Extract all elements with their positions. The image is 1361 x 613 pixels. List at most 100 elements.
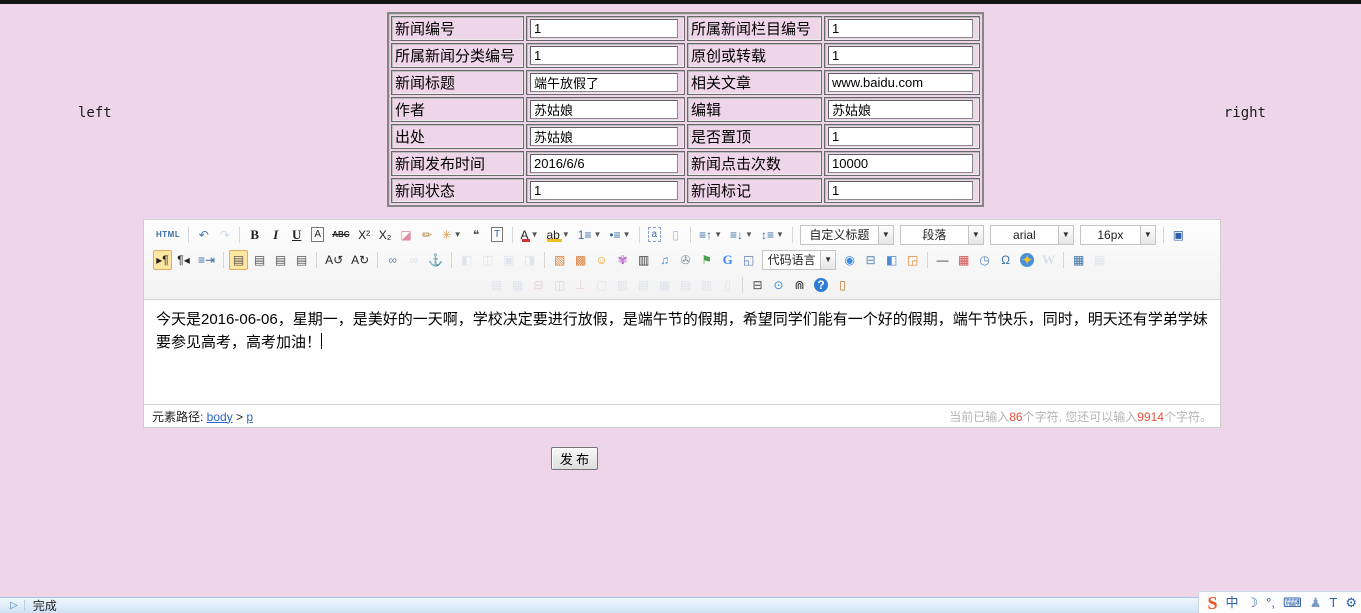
- click-count-input[interactable]: [828, 154, 973, 173]
- settings-wrench-icon[interactable]: ⚙: [1345, 596, 1357, 609]
- preview-icon[interactable]: ⊙: [769, 275, 788, 295]
- skin-icon[interactable]: T: [1329, 596, 1337, 609]
- line-height-icon[interactable]: ↕≡▼: [758, 225, 787, 245]
- special-chars-icon[interactable]: Ω: [996, 250, 1015, 270]
- code-language-combo[interactable]: 代码语言▼: [762, 250, 836, 270]
- chevron-down-icon[interactable]: ▼: [878, 226, 893, 244]
- insert-image-icon[interactable]: ▧: [550, 250, 569, 270]
- paste-as-text-icon[interactable]: T: [488, 225, 507, 245]
- fullscreen-icon[interactable]: ▣: [1169, 225, 1188, 245]
- help-icon[interactable]: ?: [811, 275, 831, 295]
- font-color-icon[interactable]: A▼: [518, 225, 542, 245]
- horizontal-rule-icon[interactable]: —: [933, 250, 952, 270]
- editor-input[interactable]: [828, 100, 973, 119]
- subscript-icon[interactable]: X₂: [376, 225, 395, 245]
- user-icon[interactable]: ♟: [1310, 596, 1322, 609]
- anchor-icon[interactable]: ⚓: [425, 250, 446, 270]
- undo-icon[interactable]: ↶: [194, 225, 213, 245]
- chinese-mode-icon[interactable]: 中: [1225, 596, 1238, 609]
- insert-iframe-icon[interactable]: ◱: [739, 250, 758, 270]
- punctuation-mode-icon[interactable]: °,: [1266, 596, 1275, 609]
- paragraph-spacing-bottom-icon[interactable]: ≡↓▼: [727, 225, 756, 245]
- clear-document-icon[interactable]: ▯: [666, 225, 685, 245]
- font-family-combo[interactable]: arial▼: [990, 225, 1074, 245]
- screenshot-icon[interactable]: ◲: [903, 250, 922, 270]
- webapp-icon[interactable]: ◉: [840, 250, 859, 270]
- blockquote-icon[interactable]: ❝: [467, 225, 486, 245]
- scrawl-palette-icon[interactable]: ✾: [613, 250, 632, 270]
- strikethrough-icon[interactable]: ABC: [329, 225, 352, 245]
- chevron-down-icon[interactable]: ▼: [623, 230, 631, 239]
- chevron-down-icon[interactable]: ▼: [776, 230, 784, 239]
- paragraph-rtl-icon[interactable]: ¶◂: [174, 250, 193, 270]
- news-title-input[interactable]: [530, 73, 678, 92]
- chevron-down-icon[interactable]: ▼: [968, 226, 983, 244]
- chevron-down-icon[interactable]: ▼: [593, 230, 601, 239]
- element-path-p-link[interactable]: p: [246, 410, 253, 424]
- source-input[interactable]: [530, 127, 678, 146]
- chevron-down-icon[interactable]: ▼: [820, 251, 835, 269]
- chevron-down-icon[interactable]: ▼: [1140, 226, 1155, 244]
- format-painter-brush-icon[interactable]: ✏: [418, 225, 437, 245]
- underline-icon[interactable]: U: [287, 225, 306, 245]
- paragraph-ltr-icon[interactable]: ▸¶: [153, 250, 172, 270]
- select-all-icon[interactable]: a: [645, 225, 665, 245]
- remove-format-eraser-icon[interactable]: ◪: [397, 225, 416, 245]
- ordered-list-icon[interactable]: 1≡▼: [575, 225, 605, 245]
- chevron-down-icon[interactable]: ▼: [562, 230, 570, 239]
- font-border-icon[interactable]: A: [308, 225, 327, 245]
- font-size-combo[interactable]: 16px▼: [1080, 225, 1156, 245]
- chevron-down-icon[interactable]: ▼: [745, 230, 753, 239]
- bold-icon[interactable]: B: [245, 225, 264, 245]
- news-id-input[interactable]: [530, 19, 678, 38]
- editor-content-area[interactable]: 今天是2016-06-06，星期一，是美好的一天啊，学校决定要进行放假，是端午节…: [144, 300, 1220, 404]
- publish-time-input[interactable]: [530, 154, 678, 173]
- is-pinned-input[interactable]: [828, 127, 973, 146]
- insert-table-icon[interactable]: ▦: [1069, 250, 1088, 270]
- align-right-icon[interactable]: ▤: [271, 250, 290, 270]
- original-or-reprint-input[interactable]: [828, 46, 973, 65]
- news-category-id-input[interactable]: [530, 46, 678, 65]
- chevron-down-icon[interactable]: ▼: [714, 230, 722, 239]
- paste-icon[interactable]: ▯: [833, 275, 852, 295]
- insert-date-icon[interactable]: ▦: [954, 250, 973, 270]
- map-icon[interactable]: ⚑: [697, 250, 716, 270]
- publish-button[interactable]: 发 布: [551, 447, 598, 470]
- multi-image-icon[interactable]: ▩: [571, 250, 590, 270]
- author-input[interactable]: [530, 100, 678, 119]
- unordered-list-icon[interactable]: •≡▼: [606, 225, 633, 245]
- insert-video-icon[interactable]: ▥: [634, 250, 653, 270]
- insert-time-icon[interactable]: ◷: [975, 250, 994, 270]
- related-article-input[interactable]: [828, 73, 973, 92]
- soft-keyboard-icon[interactable]: ⌨: [1283, 596, 1302, 609]
- google-map-icon[interactable]: G: [718, 250, 737, 270]
- page-break-icon[interactable]: ⊟: [861, 250, 880, 270]
- align-center-icon[interactable]: ▤: [250, 250, 269, 270]
- chevron-down-icon[interactable]: ▼: [1058, 226, 1073, 244]
- align-left-icon[interactable]: ▤: [229, 250, 248, 270]
- template-icon[interactable]: ◧: [882, 250, 901, 270]
- custom-title-combo[interactable]: 自定义标题▼: [800, 225, 894, 245]
- chevron-down-icon[interactable]: ▼: [531, 230, 539, 239]
- link-icon[interactable]: ∞: [383, 250, 402, 270]
- auto-typeset-wand-icon[interactable]: ✳▼: [439, 225, 465, 245]
- news-status-input[interactable]: [530, 181, 678, 200]
- rotate-right-icon[interactable]: A↻: [348, 250, 372, 270]
- key-seal-icon[interactable]: ✦: [1017, 250, 1037, 270]
- paragraph-format-combo[interactable]: 段落▼: [900, 225, 984, 245]
- music-icon[interactable]: ♫: [655, 250, 674, 270]
- sogou-logo-icon[interactable]: S: [1207, 594, 1217, 612]
- chevron-down-icon[interactable]: ▼: [454, 230, 462, 239]
- print-icon[interactable]: ⊟: [748, 275, 767, 295]
- half-full-width-moon-icon[interactable]: ☽: [1247, 596, 1259, 609]
- highlight-color-icon[interactable]: ab▼: [543, 225, 572, 245]
- element-path-body-link[interactable]: body: [207, 410, 233, 424]
- source-code-icon[interactable]: HTML: [153, 225, 183, 245]
- paragraph-spacing-top-icon[interactable]: ≡↑▼: [696, 225, 725, 245]
- align-justify-icon[interactable]: ▤: [292, 250, 311, 270]
- search-replace-icon[interactable]: ⋒: [790, 275, 809, 295]
- emoticon-icon[interactable]: ☺: [592, 250, 611, 270]
- indent-icon[interactable]: ≡⇥: [195, 250, 218, 270]
- italic-icon[interactable]: I: [266, 225, 285, 245]
- attachment-icon[interactable]: ✇: [676, 250, 695, 270]
